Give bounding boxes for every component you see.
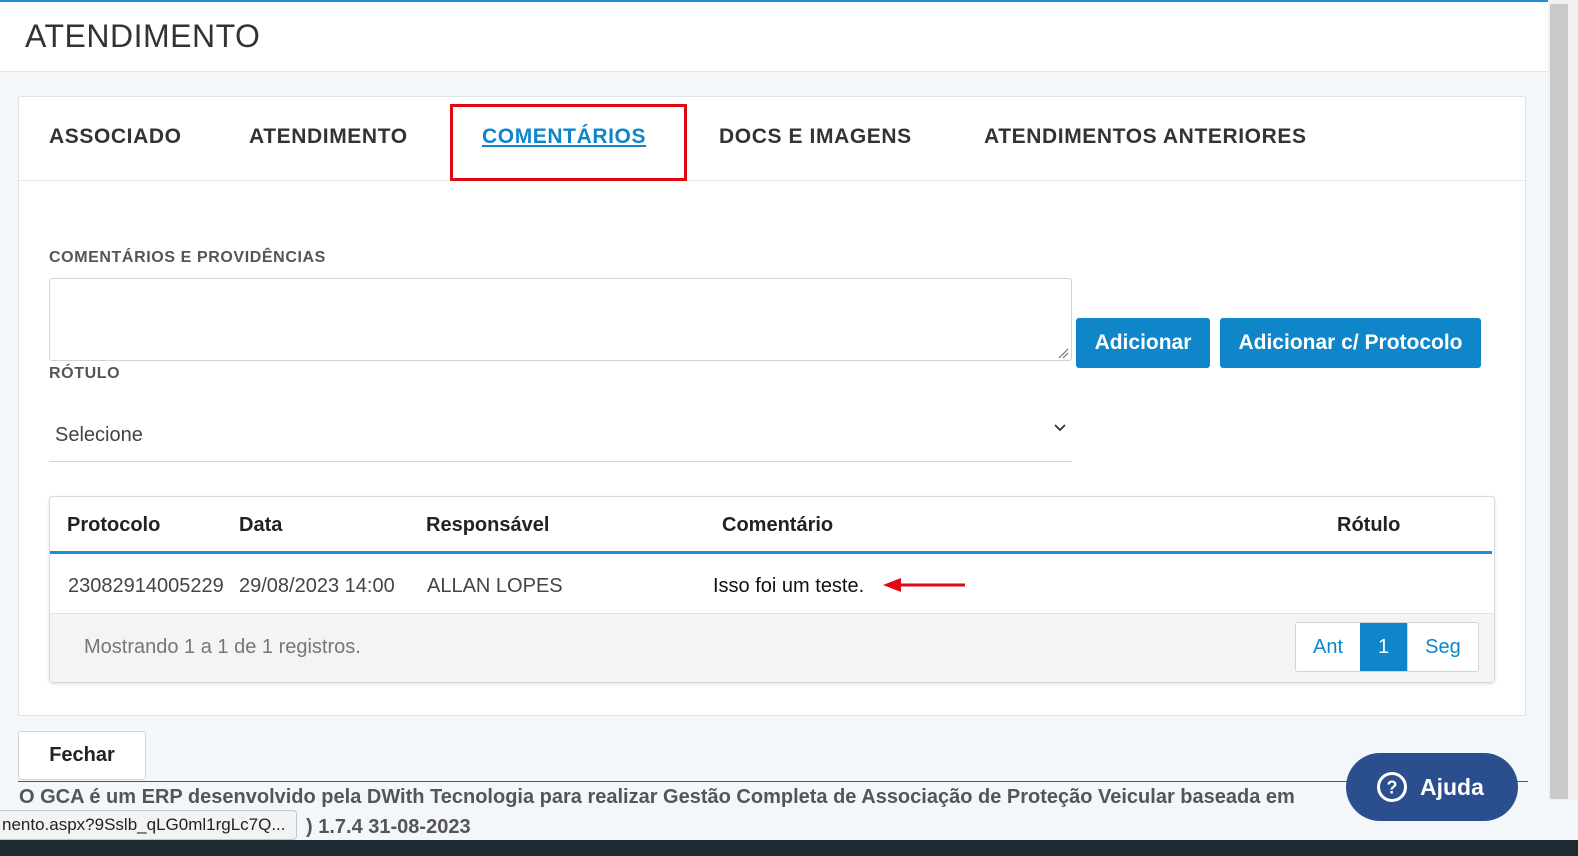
table-footer: Mostrando 1 a 1 de 1 registros. Ant 1 Se… [50, 613, 1494, 682]
tab-atendimento[interactable]: ATENDIMENTO [249, 125, 408, 149]
cell-data: 29/08/2023 14:00 [239, 575, 395, 597]
column-header-responsavel[interactable]: Responsável [426, 514, 549, 537]
help-label: Ajuda [1420, 774, 1484, 800]
pagination-next[interactable]: Seg [1407, 623, 1478, 671]
tab-atendimentos-anteriores[interactable]: ATENDIMENTOS ANTERIORES [984, 125, 1307, 149]
tab-docs-e-imagens[interactable]: DOCS E IMAGENS [719, 125, 912, 149]
pagination-page-1[interactable]: 1 [1360, 623, 1408, 671]
label-select[interactable]: Selecione [49, 402, 1072, 462]
pagination: Ant 1 Seg [1295, 622, 1479, 672]
records-info: Mostrando 1 a 1 de 1 registros. [84, 636, 361, 658]
add-with-protocol-button[interactable]: Adicionar c/ Protocolo [1220, 318, 1481, 368]
add-button[interactable]: Adicionar [1076, 318, 1210, 368]
footer-divider [18, 781, 1528, 782]
help-icon: ? [1377, 772, 1407, 802]
table-header-divider [50, 551, 1492, 554]
taskbar [0, 840, 1578, 856]
chevron-down-icon [1054, 424, 1066, 432]
tab-highlight-annotation [450, 104, 687, 181]
footer-text: O GCA é um ERP desenvolvido pela DWith T… [19, 786, 1295, 808]
svg-text:?: ? [1387, 778, 1398, 798]
status-bar-url: nento.aspx?9Sslb_qLG0ml1rgLc7Q... [0, 810, 297, 840]
pagination-prev[interactable]: Ant [1296, 623, 1360, 671]
column-header-comentario[interactable]: Comentário [722, 514, 833, 537]
page-title: ATENDIMENTO [25, 18, 261, 54]
column-header-rotulo[interactable]: Rótulo [1337, 514, 1400, 537]
main-card: ASSOCIADO ATENDIMENTO COMENTÁRIOS DOCS E… [18, 96, 1526, 716]
tab-associado[interactable]: ASSOCIADO [49, 125, 182, 149]
column-header-data[interactable]: Data [239, 514, 282, 537]
footer-version: ) 1.7.4 31-08-2023 [306, 816, 471, 838]
scrollbar-thumb[interactable] [1550, 4, 1568, 799]
resize-grip-icon[interactable] [1057, 347, 1069, 359]
cell-responsavel: ALLAN LOPES [427, 575, 563, 597]
page-header: ATENDIMENTO [0, 2, 1548, 72]
cell-protocolo: 23082914005229 [68, 575, 224, 597]
comments-table: Protocolo Data Responsável Comentário Ró… [49, 496, 1495, 683]
column-header-protocolo[interactable]: Protocolo [67, 514, 160, 537]
comments-label: COMENTÁRIOS E PROVIDÊNCIAS [49, 249, 326, 266]
cell-comentario: Isso foi um teste. [713, 575, 865, 597]
comments-textarea[interactable] [49, 278, 1072, 361]
tab-bar: ASSOCIADO ATENDIMENTO COMENTÁRIOS DOCS E… [19, 97, 1525, 181]
label-select-value: Selecione [55, 424, 143, 446]
arrow-left-icon [883, 578, 965, 592]
help-button[interactable]: ? Ajuda [1346, 753, 1518, 821]
close-button[interactable]: Fechar [18, 731, 146, 780]
label-field-label: RÓTULO [49, 365, 121, 382]
